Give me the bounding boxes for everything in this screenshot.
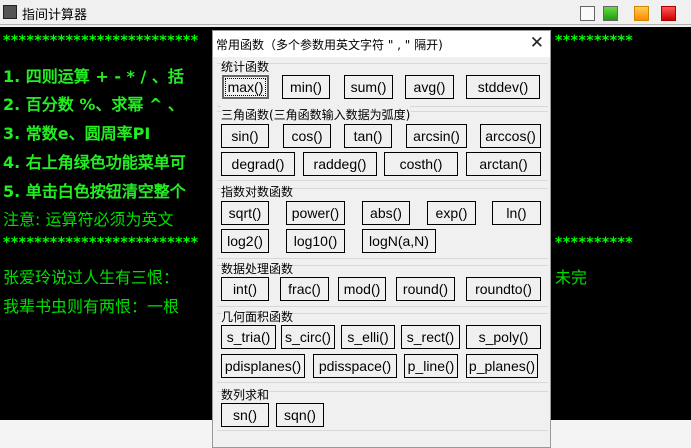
function-button-sqrt[interactable]: sqrt() xyxy=(221,201,269,225)
close-button[interactable] xyxy=(661,6,676,21)
function-button-degrad[interactable]: degrad() xyxy=(221,152,295,176)
function-button-s-tria[interactable]: s_tria() xyxy=(221,325,276,349)
function-button-exp[interactable]: exp() xyxy=(427,201,476,225)
function-button-tan[interactable]: tan() xyxy=(344,124,392,148)
function-button-frac[interactable]: frac() xyxy=(280,277,329,301)
help-line-1: 1. 四则运算 + - * / 、括 xyxy=(3,67,184,86)
function-button-min[interactable]: min() xyxy=(282,75,330,99)
help-line-3: 3. 常数e、圆周率PI xyxy=(3,124,151,143)
note-line: 注意: 运算符必须为英文 xyxy=(3,210,174,229)
function-button-sqn[interactable]: sqn() xyxy=(276,403,324,427)
quote-line-1-end: 未完 xyxy=(555,268,588,287)
quote-line-1: 张爱玲说过人生有三恨： xyxy=(3,268,180,287)
group-label: 指数对数函数 xyxy=(221,183,294,200)
function-button-max[interactable]: max() xyxy=(222,75,269,99)
window-title: 指间计算器 xyxy=(22,8,88,23)
function-button-mod[interactable]: mod() xyxy=(338,277,386,301)
help-line-4: 4. 右上角绿色功能菜单可 xyxy=(3,153,186,172)
orange-button[interactable] xyxy=(634,6,649,21)
common-functions-dialog: 常用函数（多个参数用英文字符 " , " 隔开) ✕ 统计函数 三角函数(三角函… xyxy=(212,30,551,448)
dialog-title-bar: 常用函数（多个参数用英文字符 " , " 隔开) ✕ xyxy=(213,31,550,57)
function-button-abs[interactable]: abs() xyxy=(362,201,410,225)
title-bar: 指间计算器 xyxy=(0,0,691,25)
group-label: 几何面积函数 xyxy=(221,308,294,325)
function-button-sum[interactable]: sum() xyxy=(344,75,393,99)
function-button-roundto[interactable]: roundto() xyxy=(466,277,541,301)
function-button-pdisspace[interactable]: pdisspace() xyxy=(313,354,397,378)
function-button-logn[interactable]: logN(a,N) xyxy=(362,229,436,253)
function-button-s-elli[interactable]: s_elli() xyxy=(341,325,395,349)
quote-line-2: 我辈书虫则有两恨：一根 xyxy=(3,297,180,316)
help-line-2: 2. 百分数 %、求幂 ^ 、 xyxy=(3,95,184,114)
clear-button[interactable] xyxy=(580,6,595,21)
help-line-5: 5. 单击白色按钮清空整个 xyxy=(3,182,186,201)
group-label: 统计函数 xyxy=(221,58,270,75)
group-label: 数列求和 xyxy=(221,386,270,403)
function-button-pdisplanes[interactable]: pdisplanes() xyxy=(221,354,305,378)
dialog-title: 常用函数（多个参数用英文字符 " , " 隔开) xyxy=(216,38,443,52)
function-button-log2[interactable]: log2() xyxy=(221,229,269,253)
function-button-s-circ[interactable]: s_circ() xyxy=(281,325,335,349)
function-button-s-poly[interactable]: s_poly() xyxy=(466,325,541,349)
stars-line-right: ********** xyxy=(555,33,634,49)
function-button-s-rect[interactable]: s_rect() xyxy=(401,325,460,349)
stars-line-2-right: ********** xyxy=(555,235,634,251)
function-button-avg[interactable]: avg() xyxy=(405,75,454,99)
function-button-arcsin[interactable]: arcsin() xyxy=(406,124,467,148)
function-button-int[interactable]: int() xyxy=(221,277,269,301)
app-icon xyxy=(3,5,17,19)
function-button-arctan[interactable]: arctan() xyxy=(466,152,541,176)
stars-line-2: ************************* xyxy=(3,235,199,251)
function-button-costh[interactable]: costh() xyxy=(384,152,458,176)
function-menu-button[interactable] xyxy=(603,6,618,21)
function-button-p-line[interactable]: p_line() xyxy=(404,354,458,378)
function-button-round[interactable]: round() xyxy=(396,277,455,301)
group-label: 数据处理函数 xyxy=(221,260,294,277)
function-button-power[interactable]: power() xyxy=(286,201,345,225)
group-label: 三角函数(三角函数输入数据为弧度) xyxy=(221,106,411,123)
function-button-sn[interactable]: sn() xyxy=(221,403,269,427)
function-button-raddeg[interactable]: raddeg() xyxy=(303,152,377,176)
function-button-log10[interactable]: log10() xyxy=(286,229,345,253)
function-button-arccos[interactable]: arccos() xyxy=(480,124,541,148)
function-button-p-planes[interactable]: p_planes() xyxy=(466,354,538,378)
close-icon[interactable]: ✕ xyxy=(530,33,544,53)
function-button-ln[interactable]: ln() xyxy=(492,201,541,225)
function-button-sin[interactable]: sin() xyxy=(221,124,269,148)
function-button-cos[interactable]: cos() xyxy=(283,124,331,148)
stars-line: ************************* xyxy=(3,33,199,49)
function-button-stddev[interactable]: stddev() xyxy=(466,75,540,99)
